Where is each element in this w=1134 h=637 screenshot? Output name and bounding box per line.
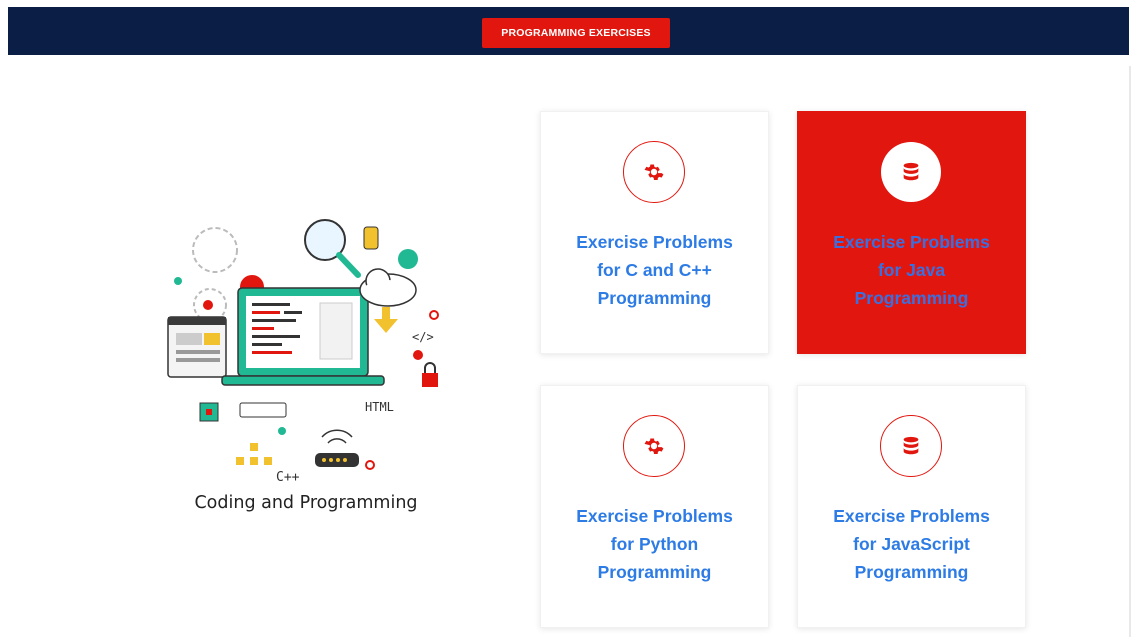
database-icon bbox=[880, 415, 942, 477]
card-java[interactable]: Exercise Problems for Java Programming bbox=[797, 111, 1026, 354]
illustration-caption: Coding and Programming bbox=[194, 493, 418, 513]
gear-icon bbox=[623, 141, 685, 203]
card-title[interactable]: Exercise Problems for Python Programming bbox=[551, 502, 758, 586]
card-title[interactable]: Exercise Problems for Java Programming bbox=[808, 228, 1015, 312]
programming-exercises-button[interactable]: PROGRAMMING EXERCISES bbox=[482, 18, 670, 48]
card-title[interactable]: Exercise Problems for JavaScript Program… bbox=[808, 502, 1015, 586]
scrollbar-track[interactable] bbox=[1129, 66, 1131, 637]
html-label: HTML bbox=[365, 400, 394, 414]
tag-label: </> bbox=[412, 330, 434, 344]
card-javascript[interactable]: Exercise Problems for JavaScript Program… bbox=[797, 385, 1026, 628]
cpp-label: C++ bbox=[276, 470, 300, 485]
top-navbar: PROGRAMMING EXERCISES bbox=[8, 7, 1129, 55]
card-c-cpp[interactable]: Exercise Problems for C and C++ Programm… bbox=[540, 111, 769, 354]
card-python[interactable]: Exercise Problems for Python Programming bbox=[540, 385, 769, 628]
database-icon bbox=[881, 142, 941, 202]
coding-illustration: HTML C++ </> bbox=[160, 195, 452, 495]
card-title[interactable]: Exercise Problems for C and C++ Programm… bbox=[551, 228, 758, 312]
gear-icon bbox=[623, 415, 685, 477]
